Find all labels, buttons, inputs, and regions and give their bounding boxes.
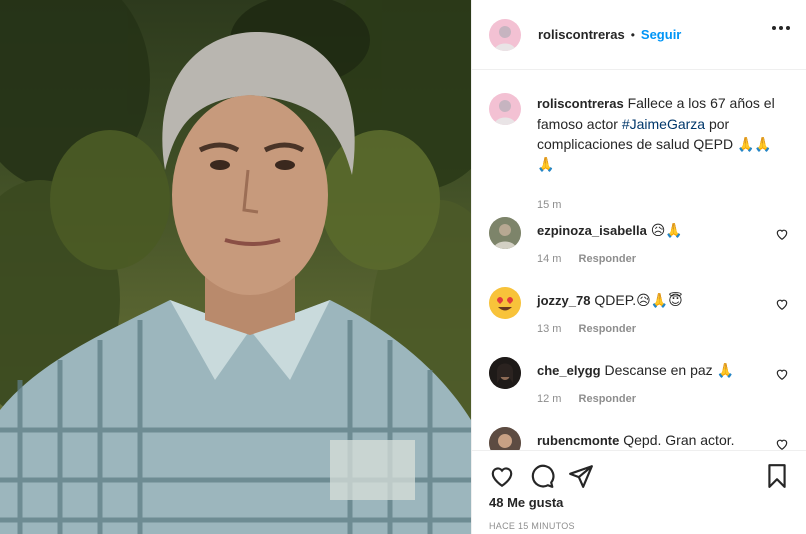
comment-meta: 14 m Responder — [537, 253, 636, 265]
avatar-person-icon — [494, 100, 516, 125]
separator-dot: • — [630, 27, 635, 42]
comment-body: 😥🙏 — [650, 222, 683, 238]
instagram-post: roliscontreras • Seguir roliscontreras F… — [0, 0, 806, 534]
post-timestamp[interactable]: HACE 15 MINUTOS — [489, 521, 575, 531]
avatar-photo-icon — [489, 357, 521, 389]
comment-item: che_elygg Descanse en paz 🙏 12 m Respond… — [489, 357, 789, 417]
comment-username[interactable]: rubencmonte — [537, 433, 619, 448]
heart-eyes-emoji-icon — [490, 288, 520, 318]
post-actions: 48 Me gusta HACE 15 MINUTOS — [472, 450, 806, 534]
caption-username[interactable]: roliscontreras — [537, 96, 624, 111]
reply-button[interactable]: Responder — [579, 253, 636, 265]
avatar-person-icon — [494, 25, 516, 51]
caption-author-avatar[interactable] — [489, 93, 521, 125]
post-side-panel: roliscontreras • Seguir roliscontreras F… — [471, 0, 806, 534]
comment-text: ezpinoza_isabella 😥🙏 — [537, 221, 683, 240]
comments-list[interactable]: roliscontreras Fallece a los 67 años el … — [472, 71, 806, 450]
caption-hashtag[interactable]: #JaimeGarza — [622, 116, 705, 132]
comment-text: che_elygg Descanse en paz 🙏 — [537, 361, 734, 380]
comment-icon[interactable] — [529, 463, 555, 489]
post-photo[interactable] — [0, 0, 471, 534]
comment-time[interactable]: 12 m — [537, 393, 561, 405]
comment-like-heart-icon[interactable] — [775, 227, 789, 241]
man-portrait-photo — [0, 0, 471, 534]
comment-item: ezpinoza_isabella 😥🙏 14 m Responder — [489, 217, 789, 277]
reply-button[interactable]: Responder — [579, 393, 636, 405]
comment-meta: 12 m Responder — [537, 393, 636, 405]
comment-time[interactable]: 13 m — [537, 323, 561, 335]
reply-button[interactable]: Responder — [579, 323, 636, 335]
likes-count[interactable]: 48 Me gusta — [489, 495, 563, 510]
comment-text: jozzy_78 QDEP.😥🙏😇 — [537, 291, 683, 310]
comment-body: QDEP.😥🙏😇 — [594, 292, 683, 308]
comment-item: jozzy_78 QDEP.😥🙏😇 13 m Responder — [489, 287, 789, 347]
comment-body: Qepd. Gran actor. — [623, 432, 735, 448]
caption-text: roliscontreras Fallece a los 67 años el … — [537, 93, 789, 174]
heart-icon[interactable] — [489, 463, 515, 489]
commenter-avatar[interactable] — [489, 217, 521, 249]
author-avatar[interactable] — [489, 18, 521, 51]
comment-time[interactable]: 14 m — [537, 253, 561, 265]
follow-button[interactable]: Seguir — [641, 27, 681, 42]
comment-meta: 13 m Responder — [537, 323, 636, 335]
caption-timestamp[interactable]: 15 m — [537, 199, 561, 211]
comment-body: Descanse en paz 🙏 — [604, 362, 734, 378]
comment-like-heart-icon[interactable] — [775, 437, 789, 450]
comment-username[interactable]: ezpinoza_isabella — [537, 223, 647, 238]
commenter-avatar[interactable] — [489, 287, 521, 319]
comment-like-heart-icon[interactable] — [775, 297, 789, 311]
comment-username[interactable]: jozzy_78 — [537, 293, 590, 308]
author-username[interactable]: roliscontreras — [538, 27, 625, 42]
paper-plane-icon[interactable] — [568, 463, 594, 489]
avatar-photo-icon — [489, 427, 521, 450]
avatar-photo-icon — [489, 217, 521, 249]
comment-like-heart-icon[interactable] — [775, 367, 789, 381]
post-header: roliscontreras • Seguir — [472, 0, 806, 70]
bookmark-icon[interactable] — [764, 463, 790, 489]
commenter-avatar[interactable] — [489, 357, 521, 389]
comment-item: rubencmonte Qepd. Gran actor. — [489, 427, 789, 450]
comment-text: rubencmonte Qepd. Gran actor. — [537, 431, 735, 450]
more-options-icon[interactable] — [772, 26, 790, 30]
comment-username[interactable]: che_elygg — [537, 363, 601, 378]
commenter-avatar[interactable] — [489, 427, 521, 450]
